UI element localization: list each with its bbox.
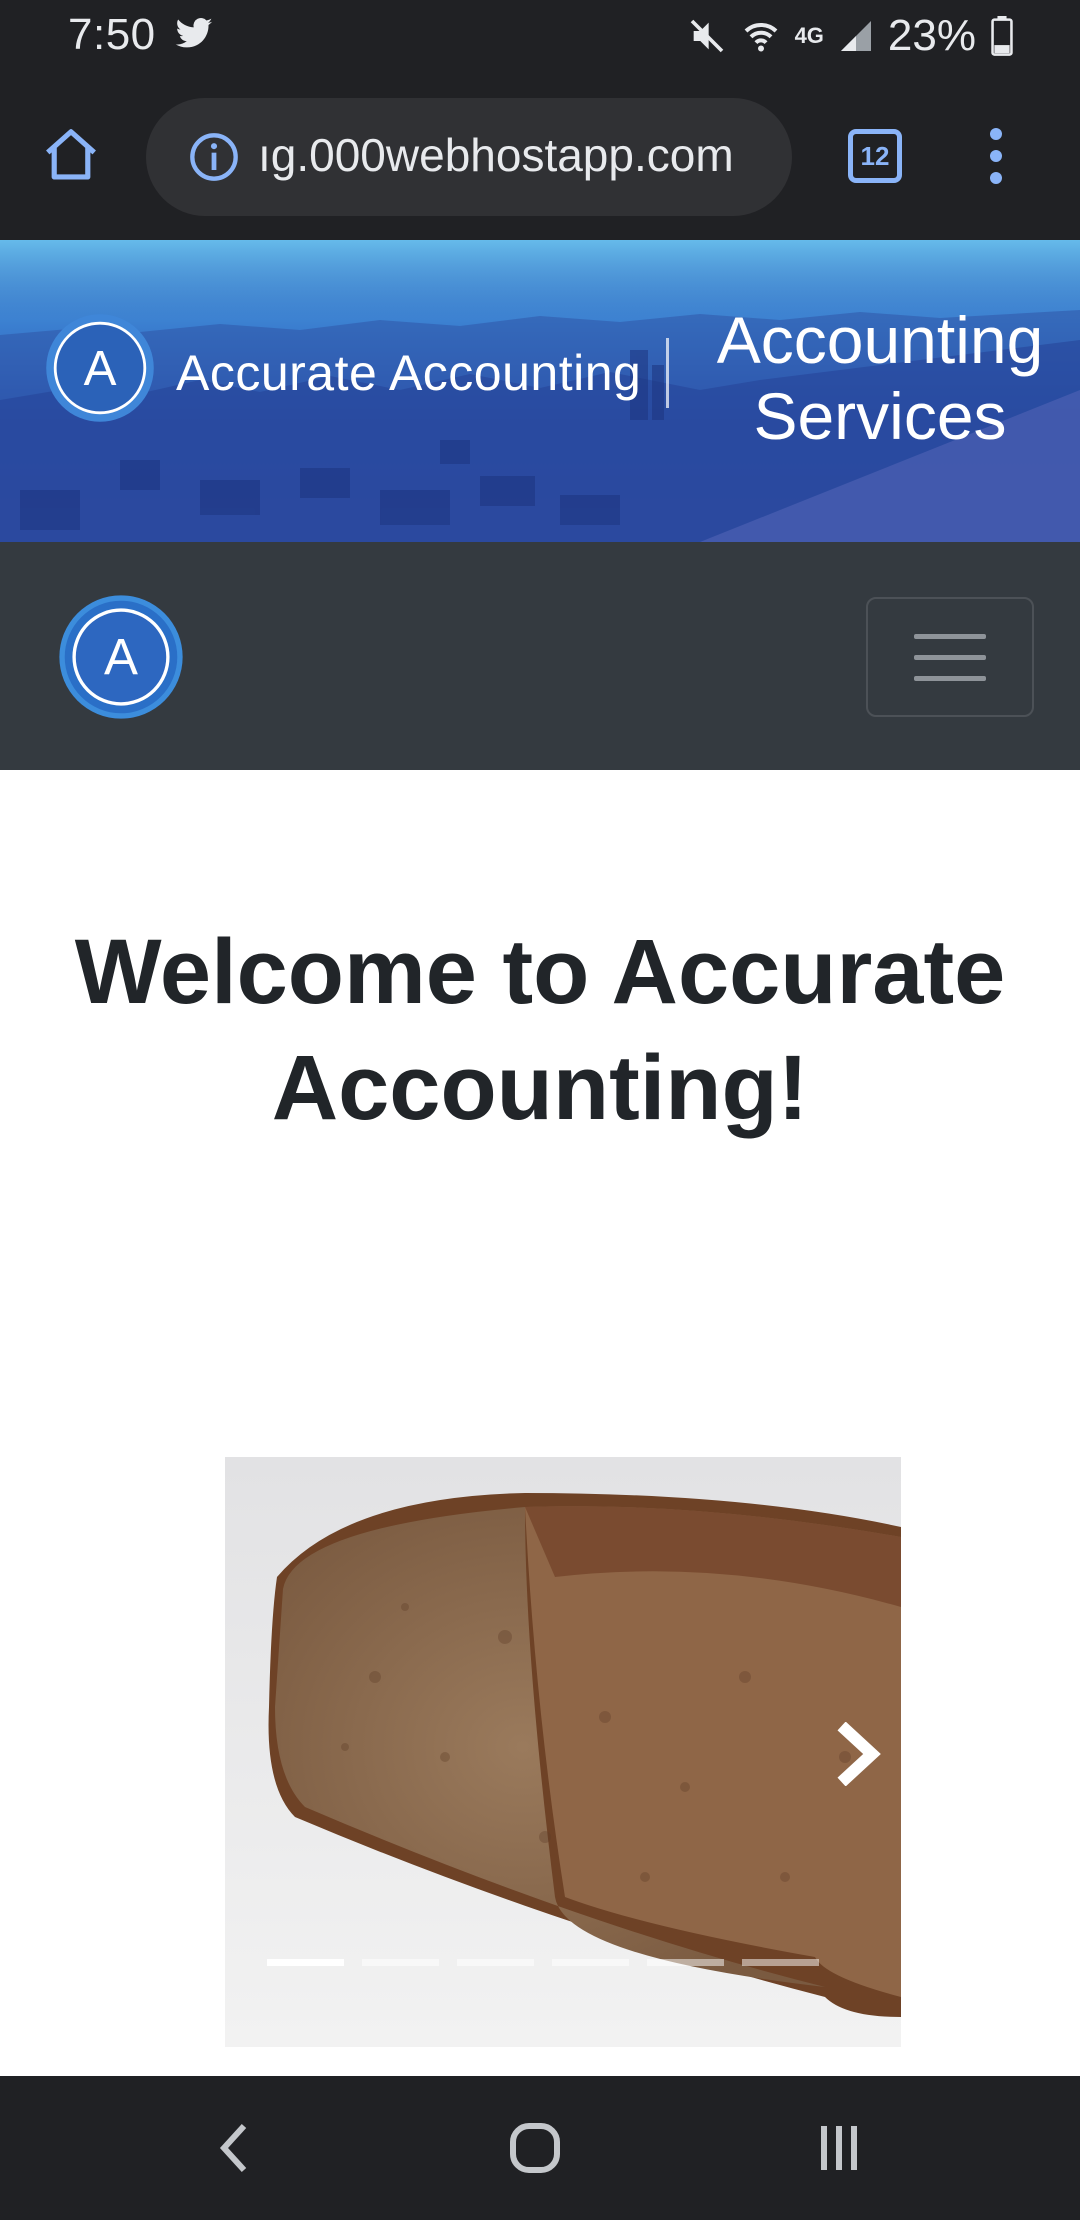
status-time: 7:50 (68, 10, 156, 59)
home-icon (46, 129, 96, 180)
back-button[interactable] (194, 2116, 274, 2180)
status-icons: 4G 23% (687, 10, 1014, 62)
carousel-indicator[interactable] (552, 1959, 629, 1966)
carousel-indicator[interactable] (457, 1959, 534, 1966)
hamburger-line (914, 675, 986, 681)
carousel-indicator[interactable] (647, 1959, 724, 1966)
tab-switcher-button[interactable]: 12 (848, 129, 902, 183)
network-type: 4G (794, 23, 824, 48)
url-text[interactable]: ıg.000webhostapp.com (258, 128, 778, 182)
banner-brand-name: Accurate Accounting (176, 345, 642, 401)
address-bar[interactable]: ıg.000webhostapp.com (146, 98, 792, 216)
menu-dot (990, 172, 1002, 184)
menu-dot (990, 150, 1002, 162)
banner-logo-letter: A (84, 341, 117, 396)
nav-logo-icon[interactable]: A (54, 590, 188, 724)
carousel-indicator[interactable] (267, 1959, 344, 1966)
banner-tagline: Accounting Services (690, 302, 1070, 454)
page-title: Welcome to Accurate Accounting! (74, 921, 1006, 1139)
banner-divider (666, 338, 669, 408)
carousel-indicator[interactable] (742, 1959, 819, 1966)
hamburger-icon[interactable] (866, 597, 1034, 717)
image-carousel[interactable] (225, 1457, 901, 2047)
brand-logo-icon: A (46, 314, 154, 422)
battery-percent: 23% (887, 11, 976, 60)
signal-icon (840, 21, 871, 51)
site-navbar: A (0, 542, 1080, 770)
menu-dot (990, 128, 1002, 140)
mute-icon (690, 19, 723, 53)
nav-logo-letter: A (104, 628, 138, 685)
site-banner: A Accurate Accounting Accounting Service… (0, 240, 1080, 542)
recents-icon (821, 2126, 857, 2170)
hamburger-line (914, 633, 986, 639)
twitter-icon (175, 18, 213, 48)
carousel-indicators (267, 1959, 819, 1966)
home-button[interactable] (38, 122, 104, 188)
status-bar: 7:50 4G 23% (0, 0, 1080, 72)
more-vert-icon[interactable] (972, 116, 1020, 196)
tagline-line-2: Services (753, 379, 1007, 453)
chevron-right-icon[interactable] (835, 1722, 885, 1786)
tagline-line-1: Accounting (716, 303, 1044, 377)
recents-button[interactable] (799, 2116, 879, 2180)
home-nav-button[interactable] (495, 2116, 575, 2180)
home-circle-icon (510, 2123, 560, 2173)
system-navigation-bar (0, 2076, 1080, 2220)
carousel-indicator[interactable] (362, 1959, 439, 1966)
battery-icon (991, 16, 1013, 56)
back-icon (219, 2123, 247, 2173)
tab-count: 12 (860, 140, 890, 171)
browser-toolbar: ıg.000webhostapp.com 12 (0, 72, 1080, 240)
info-icon[interactable] (188, 131, 240, 183)
wifi-icon (744, 23, 777, 52)
hamburger-line (914, 654, 986, 660)
